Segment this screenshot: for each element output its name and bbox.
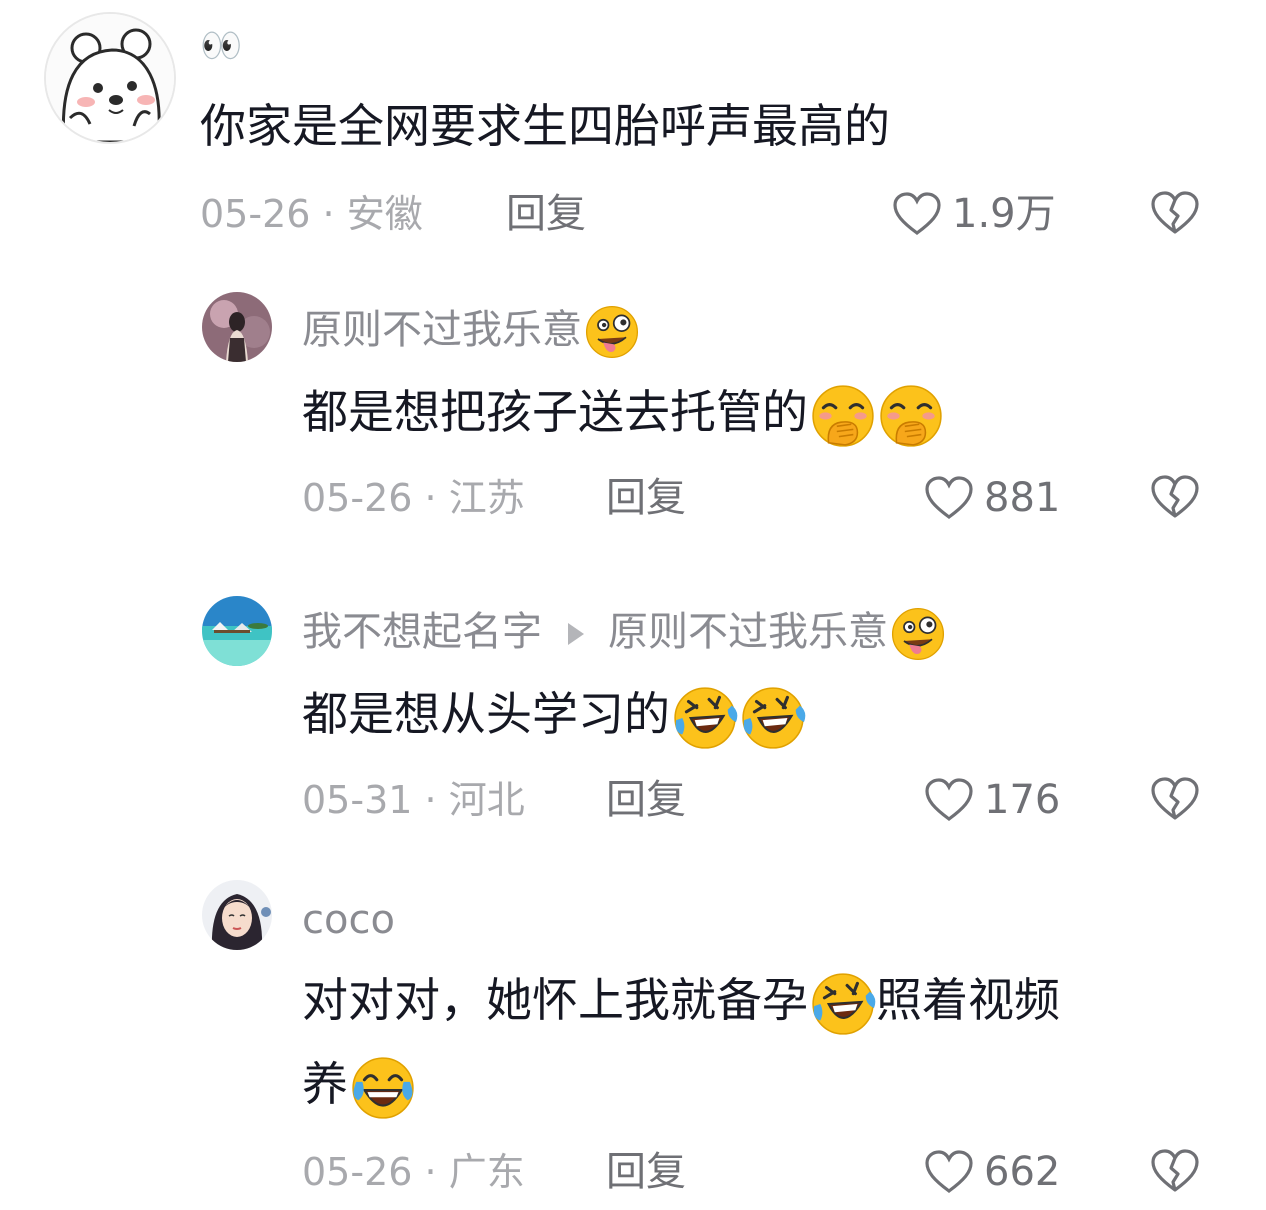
comment-text-part: 都是想把孩子送去托管的 [302,385,808,439]
reply-button[interactable]: 回复 [506,190,586,238]
like-count: 176 [984,777,1061,823]
avatar-woman-photo[interactable] [202,292,272,362]
comment-text-line-2: 养 [302,1046,416,1122]
hand-over-mouth-emoji-icon [878,383,944,449]
comment-text-part: 对对对，她怀上我就备孕 [302,973,808,1027]
comment-text: 都是想从头学习的 [302,676,806,752]
crazy-face-emoji-icon [584,304,640,360]
meta-separator: · [424,778,437,822]
reply-to-username[interactable]: 原则不过我乐意 [608,609,888,655]
comment-meta: 05-26 · 安徽 [200,190,423,238]
meta-separator: · [424,476,437,520]
comment-text-part: 都是想从头学习的 [302,687,670,741]
comment-text-part: 照着视频 [876,973,1060,1027]
comment-location: 广东 [448,1150,525,1194]
comment-1: 👀 你家是全网要求生四胎呼声最高的 05-26 · 安徽 回复 1.9万 [0,0,1266,260]
like-count: 881 [984,475,1061,521]
username[interactable]: coco [302,896,395,944]
username[interactable]: 👀 [200,22,242,70]
like-button[interactable]: 176 [924,776,1060,824]
avatar-beach-photo[interactable] [202,596,272,666]
comment-date: 05-26 [200,192,311,236]
comment-text: 你家是全网要求生四胎呼声最高的 [200,88,890,164]
broken-heart-icon[interactable] [1150,1148,1200,1194]
heart-icon [924,777,974,823]
comment-meta: 05-26 · 广东 [302,1148,525,1196]
comment-location: 江苏 [448,476,525,520]
reply-button[interactable]: 回复 [606,776,686,824]
broken-heart-icon[interactable] [1150,474,1200,520]
comment-meta: 05-31 · 河北 [302,776,525,824]
heart-icon [924,1149,974,1195]
rolling-laughing-emoji-icon [810,971,876,1037]
comment-location: 河北 [448,778,525,822]
comment-4: coco 对对对，她怀上我就备孕 照着视频 养 05-26 · 广东 回复 66… [0,860,1266,1210]
comment-2: 原则不过我乐意 都是想把孩子送去托管的 05-26 · 江苏 回复 881 [0,270,1266,550]
broken-heart-icon[interactable] [1150,190,1200,236]
comment-text: 对对对，她怀上我就备孕 照着视频 [302,962,1060,1038]
comment-date: 05-26 [302,1150,413,1194]
heart-icon [924,475,974,521]
username[interactable]: 原则不过我乐意 [302,304,640,360]
like-button[interactable]: 662 [924,1148,1060,1196]
comment-text: 都是想把孩子送去托管的 [302,374,944,450]
username-text: 原则不过我乐意 [302,307,582,353]
rolling-laughing-emoji-icon [740,685,806,751]
comment-location: 安徽 [346,192,423,236]
reply-button[interactable]: 回复 [606,1148,686,1196]
comment-3: 我不想起名字 原则不过我乐意 都是想从头学习的 05-31 · 河北 回复 176 [0,574,1266,854]
like-button[interactable]: 1.9万 [892,190,1056,238]
tears-of-joy-emoji-icon [350,1055,416,1121]
meta-separator: · [322,192,335,236]
heart-icon [892,191,942,237]
rolling-laughing-emoji-icon [672,685,738,751]
comment-date: 05-31 [302,778,413,822]
username[interactable]: 我不想起名字 原则不过我乐意 [302,606,946,662]
crazy-face-emoji-icon [890,606,946,662]
like-button[interactable]: 881 [924,474,1060,522]
hand-over-mouth-emoji-icon [810,383,876,449]
reply-to-arrow-icon [568,623,584,645]
like-count: 1.9万 [952,191,1056,237]
comment-text-part: 养 [302,1057,348,1111]
comment-date: 05-26 [302,476,413,520]
comment-text-part: 你家是全网要求生四胎呼声最高的 [200,99,890,153]
comment-meta: 05-26 · 江苏 [302,474,525,522]
meta-separator: · [424,1150,437,1194]
avatar-illustrated-woman[interactable] [202,880,272,950]
reply-button[interactable]: 回复 [606,474,686,522]
like-count: 662 [984,1149,1061,1195]
username-text: 我不想起名字 [302,609,542,655]
broken-heart-icon[interactable] [1150,776,1200,822]
avatar-polar-bear[interactable] [44,12,176,144]
